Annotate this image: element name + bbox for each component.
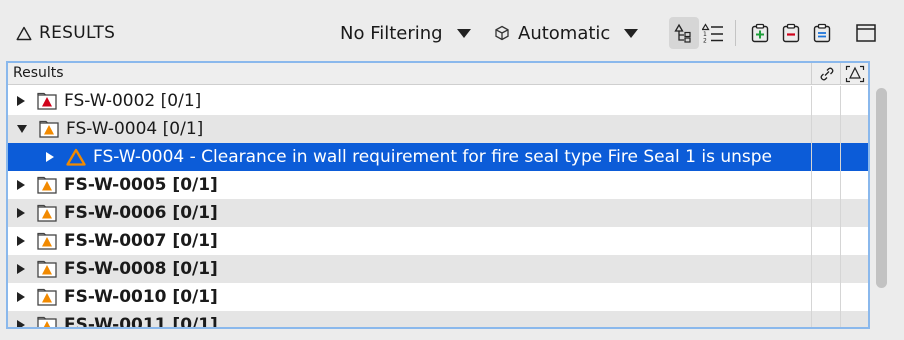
tree-view-icon xyxy=(674,23,691,43)
table-body: FS-W-0002 [0/1] FS-W-0004 [0/1] FS-W-000… xyxy=(8,86,868,329)
expand-arrow-icon[interactable] xyxy=(17,264,25,274)
column-gridline xyxy=(811,86,812,327)
moderate-clash-folder-icon xyxy=(37,232,57,250)
expand-arrow-icon[interactable] xyxy=(17,180,25,190)
expand-arrow-icon[interactable] xyxy=(17,236,25,246)
list-view-icon: 1 2 xyxy=(702,23,723,44)
moderate-clash-folder-icon xyxy=(37,176,57,194)
vertical-scrollbar-thumb[interactable] xyxy=(876,88,887,288)
warning-triangle-icon xyxy=(66,148,86,166)
panel-header: RESULTS No Filtering Automatic 1 2 xyxy=(0,0,904,62)
paperclip-icon xyxy=(820,67,834,81)
row-label: FS-W-0006 [0/1] xyxy=(64,203,218,223)
collapse-arrow-icon[interactable] xyxy=(17,125,27,133)
filter-dropdown-label: No Filtering xyxy=(340,22,443,44)
table-row[interactable]: FS-W-0004 [0/1] xyxy=(8,115,868,143)
table-row[interactable]: FS-W-0011 [0/1] xyxy=(8,311,868,329)
table-row-selected[interactable]: FS-W-0004 - Clearance in wall requiremen… xyxy=(8,143,868,171)
edit-item-button[interactable] xyxy=(807,17,837,49)
column-header-link[interactable] xyxy=(814,64,840,84)
panel-title-group: RESULTS xyxy=(16,22,115,44)
row-label: FS-W-0002 [0/1] xyxy=(64,91,202,111)
chevron-down-icon xyxy=(456,28,471,38)
column-divider xyxy=(840,63,841,85)
expand-arrow-icon[interactable] xyxy=(17,292,25,302)
column-header-status[interactable] xyxy=(842,64,868,84)
row-label: FS-W-0004 [0/1] xyxy=(66,119,204,139)
chevron-down-icon xyxy=(624,28,639,38)
add-clipboard-icon xyxy=(751,23,769,43)
expand-arrow-icon[interactable] xyxy=(46,152,54,162)
expand-arrow-icon[interactable] xyxy=(17,320,25,327)
table-row[interactable]: FS-W-0010 [0/1] xyxy=(8,283,868,311)
tree-view-button[interactable] xyxy=(669,17,699,49)
row-label: FS-W-0008 [0/1] xyxy=(64,259,218,279)
edit-clipboard-icon xyxy=(813,23,831,43)
moderate-clash-folder-icon xyxy=(39,120,59,138)
table-header: Results xyxy=(8,63,868,85)
cube-icon xyxy=(495,25,509,41)
list-view-button[interactable]: 1 2 xyxy=(698,17,728,49)
table-row[interactable]: FS-W-0007 [0/1] xyxy=(8,227,868,255)
mode-dropdown-label: Automatic xyxy=(518,22,611,44)
remove-clipboard-icon xyxy=(782,23,800,43)
table-row[interactable]: FS-W-0002 [0/1] xyxy=(8,87,868,115)
expand-arrow-icon[interactable] xyxy=(17,208,25,218)
svg-text:2: 2 xyxy=(703,38,707,44)
column-gridline xyxy=(840,86,841,327)
expand-arrow-icon[interactable] xyxy=(17,96,25,106)
moderate-clash-folder-icon xyxy=(37,288,57,306)
results-triangle-icon xyxy=(16,26,32,40)
row-label: FS-W-0004 - Clearance in wall requiremen… xyxy=(93,147,773,167)
warning-frame-icon xyxy=(845,65,865,83)
column-header-results[interactable]: Results xyxy=(13,65,64,81)
results-table[interactable]: Results FS-W-0002 [0/1] FS-W-0004 [0/1] … xyxy=(6,61,870,329)
table-row[interactable]: FS-W-0008 [0/1] xyxy=(8,255,868,283)
table-row[interactable]: FS-W-0006 [0/1] xyxy=(8,199,868,227)
mode-dropdown[interactable]: Automatic xyxy=(494,20,639,46)
critical-clash-folder-icon xyxy=(37,92,57,110)
row-label: FS-W-0007 [0/1] xyxy=(64,231,218,251)
window-layout-icon xyxy=(856,24,876,42)
row-label: FS-W-0011 [0/1] xyxy=(64,315,218,329)
toolbar-separator xyxy=(735,20,736,46)
moderate-clash-folder-icon xyxy=(37,204,57,222)
add-item-button[interactable] xyxy=(745,17,775,49)
moderate-clash-folder-icon xyxy=(37,260,57,278)
row-label: FS-W-0005 [0/1] xyxy=(64,175,218,195)
row-label: FS-W-0010 [0/1] xyxy=(64,287,218,307)
panel-layout-button[interactable] xyxy=(851,17,881,49)
remove-item-button[interactable] xyxy=(776,17,806,49)
filter-dropdown[interactable]: No Filtering xyxy=(340,20,471,46)
table-row[interactable]: FS-W-0005 [0/1] xyxy=(8,171,868,199)
moderate-clash-folder-icon xyxy=(37,316,57,327)
column-divider xyxy=(811,63,812,85)
panel-title: RESULTS xyxy=(39,23,116,43)
